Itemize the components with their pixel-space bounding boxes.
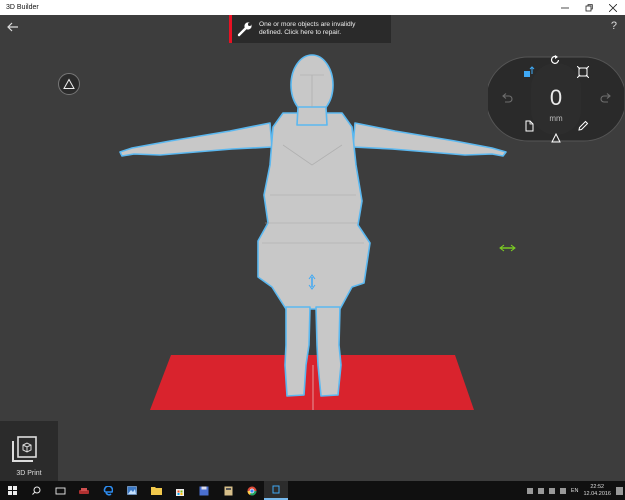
- photo-app-icon[interactable]: [120, 481, 144, 500]
- search-icon[interactable]: [24, 481, 48, 500]
- car-app-icon[interactable]: [72, 481, 96, 500]
- scale-icon[interactable]: [576, 65, 590, 79]
- network-icon[interactable]: [537, 487, 544, 494]
- store-icon[interactable]: [168, 481, 192, 500]
- start-button[interactable]: [0, 481, 24, 500]
- file-explorer-icon[interactable]: [144, 481, 168, 500]
- close-button[interactable]: [601, 0, 625, 15]
- edit-pencil-icon[interactable]: [576, 119, 590, 133]
- title-bar: 3D Builder: [0, 0, 625, 15]
- unit-label: mm: [549, 114, 563, 123]
- minimize-button[interactable]: [553, 0, 577, 15]
- horizontal-move-icon[interactable]: [499, 244, 516, 252]
- system-tray: EN 22:52 12.04.2016: [526, 481, 623, 500]
- restore-button[interactable]: [577, 0, 601, 15]
- battery-icon[interactable]: [559, 487, 566, 494]
- 3d-print-button[interactable]: 3D Print: [0, 421, 58, 481]
- object-control-ring[interactable]: 0 mm: [488, 51, 624, 147]
- tray-icon[interactable]: [526, 487, 533, 494]
- edge-browser-icon[interactable]: [96, 481, 120, 500]
- date-text: 12.04.2016: [583, 490, 611, 497]
- rotate-icon[interactable]: [548, 53, 562, 67]
- model-figure[interactable]: [119, 54, 507, 397]
- chrome-icon[interactable]: [240, 481, 264, 500]
- save-disk-icon[interactable]: [192, 481, 216, 500]
- undo-icon[interactable]: [500, 91, 514, 105]
- 3d-builder-taskbar-icon[interactable]: [264, 481, 288, 500]
- taskbar: EN 22:52 12.04.2016: [0, 481, 625, 500]
- task-view-icon[interactable]: [48, 481, 72, 500]
- build-plate: [150, 355, 474, 410]
- calculator-icon[interactable]: [216, 481, 240, 500]
- 3d-viewport[interactable]: ? One or more objects are invalidly defi…: [0, 15, 625, 481]
- volume-icon[interactable]: [548, 487, 555, 494]
- new-file-icon[interactable]: [522, 119, 536, 133]
- move-icon[interactable]: [522, 65, 536, 79]
- language-indicator[interactable]: EN: [571, 488, 579, 494]
- clock[interactable]: 22:52 12.04.2016: [583, 484, 611, 497]
- redo-icon[interactable]: [599, 91, 613, 105]
- value-display: 0: [549, 85, 563, 110]
- 3d-print-label: 3D Print: [16, 470, 42, 477]
- triangle-mode-icon[interactable]: [549, 131, 563, 145]
- printer-icon: [12, 436, 37, 462]
- app-title: 3D Builder: [6, 4, 39, 11]
- notifications-icon[interactable]: [616, 486, 623, 495]
